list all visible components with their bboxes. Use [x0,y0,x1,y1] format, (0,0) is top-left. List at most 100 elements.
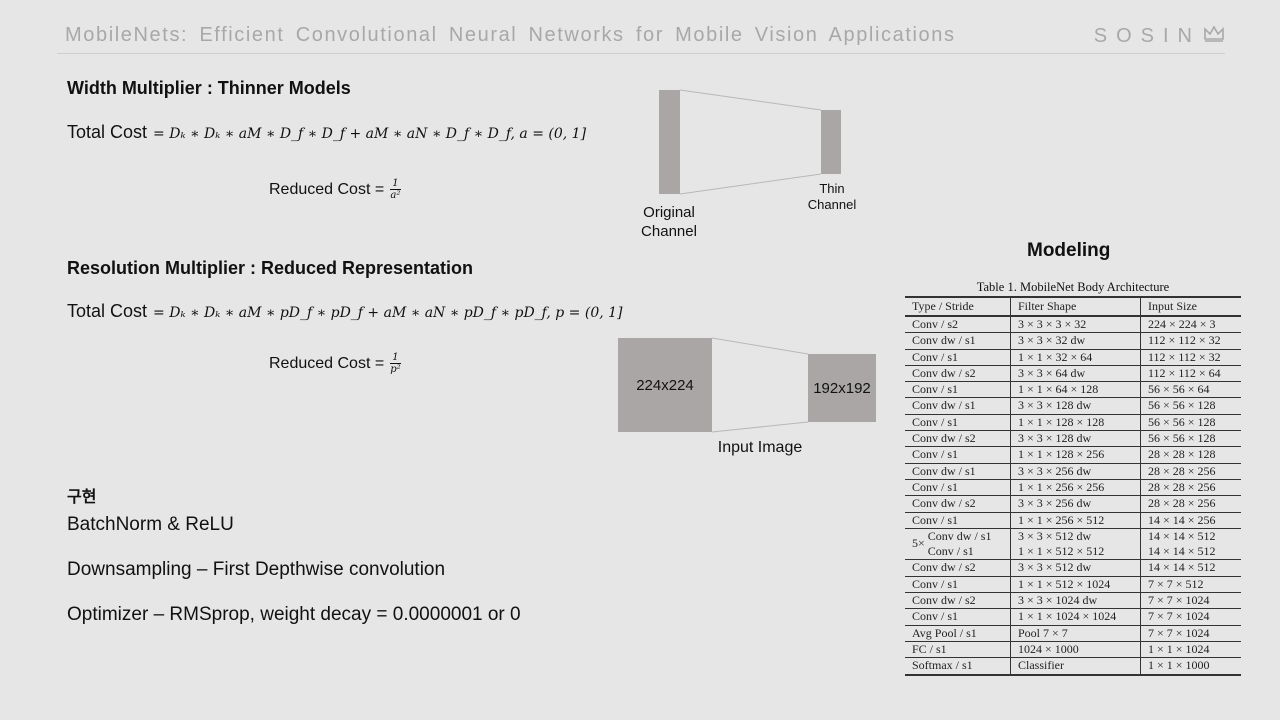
table-header-row: Type / Stride Filter Shape Input Size [905,297,1241,317]
table-row: Conv dw / s2 3 × 3 × 64 dw 112 × 112 × 64 [905,365,1241,383]
cell-input-size: 14 × 14 × 256 [1140,512,1241,529]
resolution-total-cost: Total Cost = Dₖ ∗ Dₖ ∗ aM ∗ pD_f ∗ pD_f … [67,301,623,322]
table-row-repeat: 5× Conv / s1 1 × 1 × 512 × 512 14 × 14 × 51… [905,536,1241,561]
fraction-numerator: 1 [390,352,401,364]
repeat-type-label: Conv dw / s1 [927,528,992,543]
cell-type-stride: Conv / s1 [905,512,1011,529]
cell-input-size: 1 × 1 × 1000 [1140,657,1241,676]
column-header-filter-shape: Filter Shape [1010,297,1141,317]
cell-filter-shape: 1 × 1 × 128 × 128 [1010,414,1141,432]
cell-filter-shape: 1 × 1 × 128 × 256 [1010,446,1141,464]
cell-input-size: 56 × 56 × 128 [1140,397,1241,415]
cell-filter-shape: 1 × 1 × 512 × 512 [1010,544,1141,561]
original-label-line2: Channel [641,223,697,240]
cell-input-size: 28 × 28 × 128 [1140,446,1241,464]
cell-filter-shape: 3 × 3 × 256 dw [1010,463,1141,480]
table-row: FC / s1 1024 × 1000 1 × 1 × 1024 [905,641,1241,659]
cell-type-stride: Conv dw / s2 [905,430,1011,448]
original-channel-bar [659,90,680,194]
table-row: Conv dw / s1 3 × 3 × 256 dw 28 × 28 × 256 [905,463,1241,480]
width-total-cost-formula: = Dₖ ∗ Dₖ ∗ aM ∗ D_f ∗ D_f + aM ∗ aN ∗ D… [153,126,587,142]
table-row: Conv dw / s2 3 × 3 × 512 dw 14 × 14 × 512 [905,559,1241,577]
modeling-title: Modeling [1027,240,1111,261]
cell-input-size: 1 × 1 × 1024 [1140,641,1241,659]
cell-filter-shape: 3 × 3 × 1024 dw [1010,592,1141,610]
cell-type-stride: Conv dw / s2 [905,592,1011,610]
table-row: Conv / s1 1 × 1 × 128 × 256 28 × 28 × 128 [905,446,1241,464]
resolution-reduced-cost: Reduced Cost = 1 p² [269,352,401,375]
width-total-cost: Total Cost = Dₖ ∗ Dₖ ∗ aM ∗ D_f ∗ D_f + … [67,122,586,143]
resolution-multiplier-heading: Resolution Multiplier : Reduced Represen… [67,258,474,278]
table-row: Avg Pool / s1 Pool 7 × 77 × 7 × 1024 [905,625,1241,642]
cell-input-size: 7 × 7 × 1024 [1140,625,1241,642]
cell-filter-shape: 1 × 1 × 32 × 64 [1010,349,1141,366]
connector-top [711,337,809,355]
original-label-line1: Original [643,204,695,221]
thin-label-line1: Thin [819,181,845,196]
width-multiplier-heading: Width Multiplier : Thinner Models [67,78,351,98]
cell-type-stride: Conv dw / s2 [905,495,1011,513]
cell-input-size: 28 × 28 × 256 [1140,479,1241,497]
implementation-line-3: Optimizer – RMSprop, weight decay = 0.00… [67,604,521,625]
cell-input-size: 112 × 112 × 32 [1140,332,1241,350]
cell-input-size: 112 × 112 × 32 [1140,349,1241,366]
implementation-line-1: BatchNorm & ReLU [67,514,234,535]
width-reduced-fraction: 1 a² [390,178,401,201]
cell-type-stride: Conv dw / s2 [905,559,1011,577]
fraction-numerator: 1 [390,178,401,190]
cell-type-stride: Conv / s1 [905,349,1011,366]
cell-input-size: 28 × 28 × 256 [1140,495,1241,513]
table-row: Conv / s1 1 × 1 × 64 × 128 56 × 56 × 64 [905,381,1241,399]
cell-input-size: 14 × 14 × 512 [1140,544,1241,561]
table-row: Conv / s1 1 × 1 × 512 × 1024 7 × 7 × 512 [905,576,1241,594]
repeat-type-label: Conv / s1 [927,544,974,559]
cell-input-size: 7 × 7 × 1024 [1140,592,1241,610]
column-header-type-stride: Type / Stride [905,297,1011,317]
original-channel-label: Original Channel [629,203,709,241]
width-reduced-cost-label: Reduced Cost = [269,180,385,198]
brand: SOSIN [1094,24,1225,48]
cell-input-size: 112 × 112 × 64 [1140,365,1241,383]
table-caption: Table 1. MobileNet Body Architecture [976,280,1170,294]
cell-filter-shape: Classifier [1010,657,1141,676]
resolution-total-cost-formula: = Dₖ ∗ Dₖ ∗ aM ∗ pD_f ∗ pD_f + aM ∗ aN ∗… [153,305,623,321]
cell-filter-shape: 3 × 3 × 64 dw [1010,365,1141,383]
cell-type-stride: Conv / s1 [905,414,1011,432]
cell-type-stride: Conv / s1 [905,608,1011,626]
cell-type-stride: Conv / s1 [905,446,1011,464]
cell-filter-shape: 1 × 1 × 1024 × 1024 [1010,608,1141,626]
table-body: Conv / s2 3 × 3 × 3 × 32 224 × 224 × 3 Conv… [905,316,1241,676]
cell-filter-shape: 3 × 3 × 3 × 32 [1010,316,1141,334]
cell-input-size: 56 × 56 × 64 [1140,381,1241,399]
cell-filter-shape: 1 × 1 × 512 × 1024 [1010,576,1141,594]
connector-bottom [711,421,809,433]
table-row: Conv dw / s1 3 × 3 × 128 dw 56 × 56 × 128 [905,397,1241,415]
cell-type-stride: Conv / s1 [905,381,1011,399]
table-row: Conv / s1 1 × 1 × 256 × 512 14 × 14 × 256 [905,512,1241,529]
cell-type-stride: Softmax / s1 [905,657,1011,676]
cell-filter-shape: 3 × 3 × 128 dw [1010,430,1141,448]
cell-type-stride: Conv / s1 [905,576,1011,594]
cell-type-stride: Conv dw / s1 [905,463,1011,480]
cell-filter-shape: 1024 × 1000 [1010,641,1141,659]
cell-type-stride: Conv dw / s1 [905,332,1011,350]
cell-filter-shape: 3 × 3 × 128 dw [1010,397,1141,415]
thin-label-line2: Channel [807,197,857,212]
cell-filter-shape: Pool 7 × 7 [1010,625,1141,642]
fraction-denominator: p² [390,364,401,375]
cell-input-size: 56 × 56 × 128 [1140,430,1241,448]
cell-filter-shape: 1 × 1 × 64 × 128 [1010,381,1141,399]
connector-top [679,89,822,111]
crown-icon [1203,24,1225,48]
cell-type-stride: Conv / s1 [905,479,1011,497]
small-input-label: 192x192 [813,379,871,397]
table-row: Conv / s1 1 × 1 × 256 × 256 28 × 28 × 256 [905,479,1241,497]
width-total-cost-label: Total Cost [67,122,148,142]
cell-input-size: 224 × 224 × 3 [1140,316,1241,334]
cell-filter-shape: 1 × 1 × 256 × 256 [1010,479,1141,497]
input-image-caption: Input Image [717,439,803,456]
table-row-repeat: 5×Conv dw / s13 × 3 × 512 dw14 × 14 × 51… [905,528,1241,545]
implementation-heading: 구현 [67,487,97,506]
architecture-table: Type / Stride Filter Shape Input Size Co… [905,296,1241,676]
table-row: Conv dw / s2 3 × 3 × 256 dw 28 × 28 × 256 [905,495,1241,513]
